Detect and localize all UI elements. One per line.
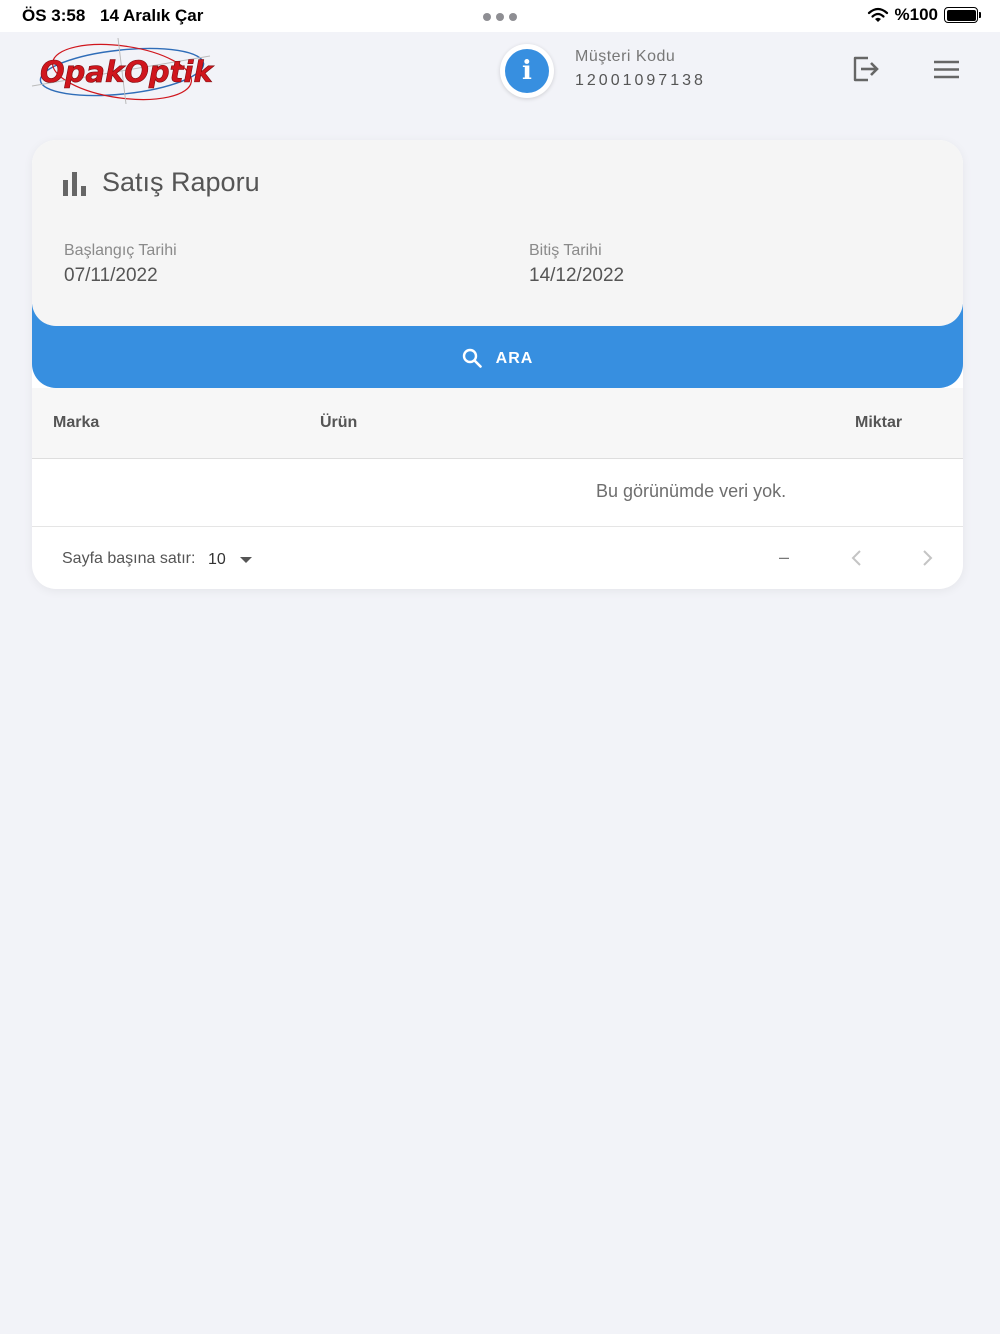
- rows-per-page-label: Sayfa başına satır:: [62, 550, 196, 567]
- column-header-product[interactable]: Ürün: [320, 414, 357, 432]
- caret-down-icon[interactable]: [240, 557, 252, 563]
- empty-message: Bu görünümde veri yok.: [596, 481, 787, 501]
- battery-percent: %100: [894, 5, 938, 24]
- end-date-label: Bitiş Tarihi: [529, 242, 602, 259]
- battery-icon: [944, 7, 981, 23]
- info-icon: i: [505, 49, 549, 93]
- wifi-icon: [867, 7, 888, 22]
- column-header-quantity[interactable]: Miktar: [855, 414, 902, 432]
- start-date-label: Başlangıç Tarihi: [64, 242, 177, 259]
- rows-per-page-select[interactable]: 10: [208, 551, 226, 569]
- sales-report-card: Satış Raporu Başlangıç Tarihi 07/11/2022…: [32, 140, 963, 589]
- table-empty-row: Bu görünümde veri yok.: [32, 459, 963, 527]
- search-button-label: ARA: [495, 350, 534, 367]
- status-date: 14 Aralık Çar: [100, 6, 204, 25]
- column-header-brand[interactable]: Marka: [53, 414, 99, 432]
- page-range: –: [779, 547, 790, 567]
- end-date-field[interactable]: 14/12/2022: [529, 265, 624, 287]
- bar-chart-icon: [63, 172, 86, 196]
- report-filter-panel: Satış Raporu Başlangıç Tarihi 07/11/2022…: [32, 140, 963, 326]
- status-bar: ÖS 3:58 14 Aralık Çar %100: [0, 0, 1000, 32]
- customer-code-label: Müşteri Kodu: [575, 48, 676, 65]
- opak-optik-logo[interactable]: OpakOptik: [30, 36, 215, 106]
- table-header: Marka Ürün Miktar: [32, 388, 963, 459]
- hamburger-menu-icon[interactable]: [930, 54, 962, 86]
- app-header: OpakOptik i Müşteri Kodu 12001097138: [0, 32, 1000, 112]
- info-button[interactable]: i: [500, 44, 554, 98]
- status-indicators: %100: [867, 5, 981, 25]
- svg-text:OpakOptik: OpakOptik: [40, 55, 214, 89]
- page-title: Satış Raporu: [102, 167, 260, 197]
- table-pagination: Sayfa başına satır: 10 –: [32, 527, 963, 589]
- start-date-field[interactable]: 07/11/2022: [64, 265, 158, 287]
- status-time: ÖS 3:58: [22, 6, 86, 25]
- search-icon: [462, 348, 482, 368]
- customer-code-value: 12001097138: [575, 72, 706, 89]
- chevron-left-icon[interactable]: [844, 545, 870, 571]
- chevron-right-icon[interactable]: [914, 545, 940, 571]
- logout-icon[interactable]: [848, 52, 882, 86]
- multitasking-dots-icon[interactable]: [483, 13, 517, 21]
